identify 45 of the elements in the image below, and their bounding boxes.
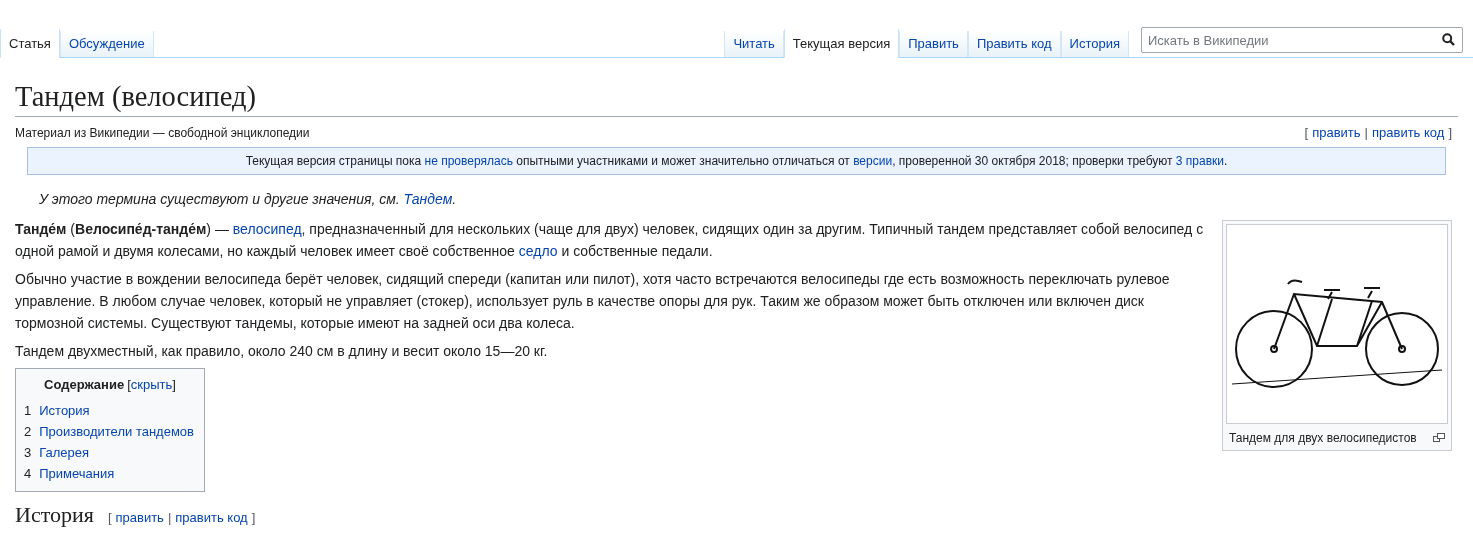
search-icon[interactable] bbox=[1442, 33, 1455, 46]
bracket: [ bbox=[107, 508, 112, 527]
toc-link[interactable]: Производители тандемов bbox=[39, 422, 194, 441]
link[interactable]: седло bbox=[518, 242, 558, 259]
tab[interactable]: Текущая версия bbox=[783, 29, 900, 58]
edit-link[interactable]: править bbox=[1312, 123, 1361, 143]
separator: | bbox=[1364, 124, 1368, 143]
paragraph: Обычно участие в вождении велосипеда берёт человек, сидящий спереди (капитан или пилот), хотя часто встречаются велосипеды где есть возможность переключать рулевое управление. В любом случае человек, который не управляет (стокер), использует руль в качестве опоры для рук. Таким же образом может быть отключен или включен диск тормозной системы. Существуют тандемы, которые имеют на задней оси два колеса. bbox=[15, 269, 1171, 333]
image-caption: Тандем для двух велосипедистов bbox=[1229, 429, 1417, 447]
tab[interactable]: Править код bbox=[967, 31, 1061, 57]
tab[interactable]: Править bbox=[899, 31, 968, 57]
link[interactable]: 3 правки bbox=[1175, 153, 1224, 168]
bracket: ] bbox=[172, 375, 176, 394]
toc-link[interactable]: Галерея bbox=[39, 443, 90, 462]
toc-number: 2 bbox=[24, 422, 32, 441]
edit-link[interactable]: править код bbox=[1372, 123, 1445, 143]
edit-link[interactable]: править bbox=[115, 507, 164, 528]
section-heading: История bbox=[15, 501, 94, 528]
toc-number: 3 bbox=[24, 443, 32, 462]
toc-link[interactable]: Примечания bbox=[39, 464, 115, 483]
page-title: Тандем (велосипед) bbox=[15, 80, 1458, 118]
toc-number: 1 bbox=[24, 401, 32, 420]
bracket: ] bbox=[1448, 124, 1452, 143]
tagline: Материал из Википедии — свободной энциклопедии bbox=[15, 124, 310, 142]
paragraph: Танде́м (Велосипе́д-танде́м) — велосипед, предназначенный для нескольких (чаще для двух) человек, сидящих один за другим. Типичный тандем представляет собой велосипед с одной рамой и двумя колесами, но каждый человек имеет своё собственное седло и собственные педали. bbox=[15, 219, 1205, 261]
tab[interactable]: Статья bbox=[0, 29, 60, 58]
hatnote: У этого термина существуют и другие значения, см. Тандем. bbox=[39, 189, 458, 209]
toc-number: 4 bbox=[24, 464, 32, 483]
toc-title: Содержание bbox=[44, 375, 125, 394]
link[interactable]: не проверялась bbox=[424, 153, 513, 168]
bracket: [ bbox=[127, 375, 131, 394]
paragraph: Тандем двухместный, как правило, около 240 см в длину и весит около 15—20 кг. bbox=[15, 341, 549, 361]
tab[interactable]: Читать bbox=[724, 31, 784, 57]
link[interactable]: Тандем bbox=[403, 190, 453, 207]
review-notice: Текущая версия страницы пока не проверялась опытными участниками и может значительно отличаться от версии, проверенной 30 октября 2018; проверки требуют 3 правки. bbox=[27, 146, 1446, 175]
tab[interactable]: История bbox=[1060, 31, 1129, 57]
tab[interactable]: Обсуждение bbox=[59, 31, 154, 57]
enlarge-icon[interactable] bbox=[1433, 433, 1445, 443]
separator: | bbox=[167, 508, 172, 527]
bracket: ] bbox=[251, 508, 256, 527]
link[interactable]: велосипед bbox=[232, 220, 302, 237]
toc-link[interactable]: История bbox=[39, 401, 90, 420]
search-field[interactable]: Искать в Википедии bbox=[1141, 27, 1463, 53]
bracket: [ bbox=[1304, 124, 1309, 143]
edit-link[interactable]: править код bbox=[175, 507, 248, 528]
